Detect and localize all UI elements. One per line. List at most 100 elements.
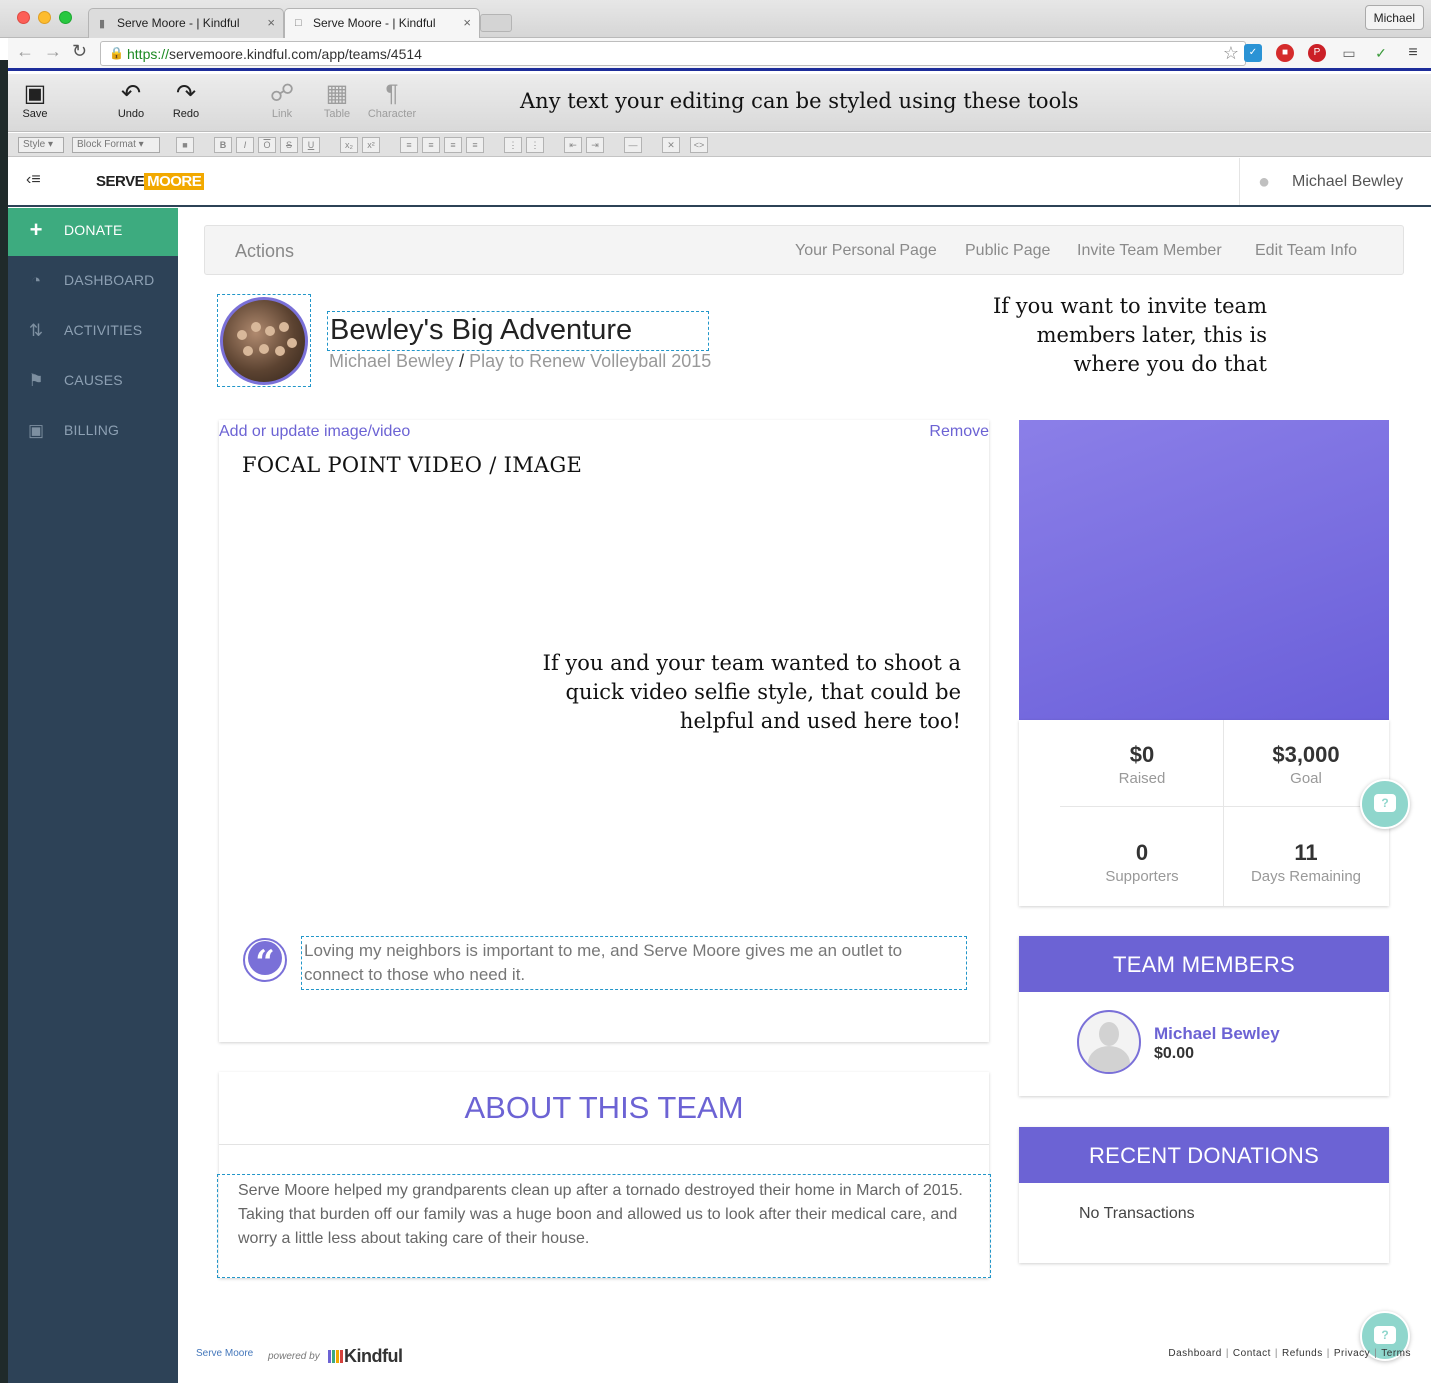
- invite-team-member-link[interactable]: Invite Team Member: [1077, 242, 1222, 260]
- new-tab-button[interactable]: [480, 14, 512, 32]
- profile-button[interactable]: Michael: [1364, 5, 1424, 30]
- sidebar-item-donate[interactable]: + DONATE: [8, 208, 178, 256]
- horizontal-rule-icon[interactable]: —: [624, 137, 642, 153]
- align-center-icon[interactable]: ≡: [422, 137, 440, 153]
- browser-tab-2[interactable]: □ Serve Moore - | Kindful ×: [284, 8, 480, 38]
- help-chat-button[interactable]: ?: [1360, 779, 1410, 829]
- strikethrough-icon[interactable]: S: [280, 137, 298, 153]
- character-button[interactable]: ¶ Character: [367, 80, 417, 120]
- user-name: Michael Bewley: [1292, 173, 1404, 190]
- footer-link-refunds[interactable]: Refunds: [1282, 1348, 1323, 1359]
- logo-word-2: MOORE: [144, 173, 205, 190]
- extension-tool-icon[interactable]: ✓: [1372, 44, 1390, 62]
- numbered-list-icon[interactable]: ⋮: [526, 137, 544, 153]
- align-right-icon[interactable]: ≡: [444, 137, 462, 153]
- quote-editable[interactable]: Loving my neighbors is important to me, …: [301, 936, 967, 990]
- undo-label: Undo: [117, 108, 145, 120]
- browser-menu-icon[interactable]: ≡: [1404, 44, 1422, 62]
- bookmark-star-icon[interactable]: ☆: [1223, 43, 1239, 64]
- back-arrow-icon[interactable]: ←: [16, 41, 34, 62]
- sidebar-item-causes[interactable]: ⚑ CAUSES: [8, 358, 178, 406]
- stat-days-remaining: 11 Days Remaining: [1224, 840, 1388, 885]
- format-toolbar: Style ▾ Block Format ▾ ■ B I O S U x₂ x²…: [8, 133, 1431, 157]
- table-button[interactable]: ▦ Table: [312, 80, 362, 120]
- footer-link-terms[interactable]: Terms: [1381, 1348, 1411, 1359]
- maximize-window-button[interactable]: [59, 11, 72, 24]
- stat-goal: $3,000 Goal: [1224, 742, 1388, 787]
- footer-link-contact[interactable]: Contact: [1233, 1348, 1271, 1359]
- recent-donations-panel: RECENT DONATIONS No Transactions: [1019, 1127, 1389, 1263]
- url-text: servemoore.kindful.com/app/teams/4514: [169, 46, 422, 62]
- team-subtitle: Michael Bewley / Play to Renew Volleybal…: [329, 351, 711, 372]
- sidebar-item-activities[interactable]: ⇅ ACTIVITIES: [8, 308, 178, 356]
- undo-button[interactable]: ↶ Undo: [106, 80, 156, 120]
- minimize-window-button[interactable]: [38, 11, 51, 24]
- team-title-editable[interactable]: Bewley's Big Adventure: [327, 311, 709, 351]
- edit-team-info-link[interactable]: Edit Team Info: [1255, 242, 1357, 260]
- remove-format-icon[interactable]: ✕: [662, 137, 680, 153]
- close-tab-icon[interactable]: ×: [463, 15, 471, 30]
- block-format-dropdown[interactable]: Block Format ▾: [72, 137, 160, 153]
- footer-brand-link[interactable]: Serve Moore: [196, 1348, 253, 1359]
- source-code-icon[interactable]: <>: [690, 137, 708, 153]
- indent-icon[interactable]: ⇥: [586, 137, 604, 153]
- link-button[interactable]: ☍ Link: [257, 80, 307, 120]
- sidebar-item-label: DASHBOARD: [64, 272, 155, 288]
- url-scheme: https://: [127, 46, 170, 62]
- sidebar-item-dashboard[interactable]: ◔ DASHBOARD: [8, 258, 178, 306]
- public-page-link[interactable]: Public Page: [965, 242, 1050, 260]
- italic-icon[interactable]: I: [236, 137, 254, 153]
- serve-moore-logo[interactable]: SERVE MOORE: [96, 168, 205, 196]
- bold-icon[interactable]: B: [214, 137, 232, 153]
- superscript-icon[interactable]: x²: [362, 137, 380, 153]
- extension-check-icon[interactable]: ✓: [1244, 44, 1262, 62]
- pilcrow-icon: ¶: [385, 80, 399, 107]
- stat-value: 11: [1294, 840, 1318, 865]
- bullet-list-icon[interactable]: ⋮: [504, 137, 522, 153]
- avatar[interactable]: [1077, 1010, 1141, 1074]
- sidebar-item-label: ACTIVITIES: [64, 322, 143, 338]
- footer-link-dashboard[interactable]: Dashboard: [1168, 1348, 1221, 1359]
- extension-stop-icon[interactable]: ■: [1276, 44, 1294, 62]
- team-campaign-link[interactable]: Play to Renew Volleyball 2015: [469, 351, 711, 371]
- team-photo-editable[interactable]: [217, 294, 311, 387]
- redo-button[interactable]: ↷ Redo: [161, 80, 211, 120]
- about-editable[interactable]: Serve Moore helped my grandparents clean…: [217, 1174, 991, 1278]
- add-media-link[interactable]: Add or update image/video: [219, 423, 410, 441]
- browser-tab-1[interactable]: ▮ Serve Moore - | Kindful ×: [88, 8, 284, 38]
- align-left-icon[interactable]: ≡: [400, 137, 418, 153]
- browser-navbar: ← → ↻ 🔒 https://servemoore.kindful.com/a…: [8, 38, 1431, 71]
- forward-arrow-icon[interactable]: →: [44, 41, 62, 62]
- campaign-image: [1019, 420, 1389, 720]
- save-label: Save: [22, 108, 48, 120]
- close-window-button[interactable]: [17, 11, 30, 24]
- outdent-icon[interactable]: ⇤: [564, 137, 582, 153]
- cast-icon[interactable]: ▭: [1340, 44, 1358, 62]
- reload-icon[interactable]: ↻: [72, 41, 87, 62]
- team-owner-link[interactable]: Michael Bewley: [329, 351, 454, 371]
- divider: [219, 1144, 989, 1145]
- overline-icon[interactable]: O: [258, 137, 276, 153]
- table-icon: ▦: [325, 80, 349, 107]
- style-dropdown[interactable]: Style ▾: [18, 137, 64, 153]
- pinterest-icon[interactable]: P: [1308, 44, 1326, 62]
- subscript-icon[interactable]: x₂: [340, 137, 358, 153]
- menu-toggle-icon[interactable]: ‹≡: [26, 171, 41, 189]
- app-window: ▮ Serve Moore - | Kindful × □ Serve Moor…: [0, 0, 1431, 1383]
- member-name-link[interactable]: Michael Bewley: [1154, 1024, 1280, 1044]
- underline-icon[interactable]: U: [302, 137, 320, 153]
- save-button[interactable]: ▣ Save: [10, 80, 60, 120]
- address-bar[interactable]: 🔒 https://servemoore.kindful.com/app/tea…: [100, 41, 1246, 66]
- kindful-logo[interactable]: Kindful: [328, 1346, 403, 1367]
- user-menu[interactable]: ● Michael Bewley: [1239, 158, 1431, 205]
- remove-media-link[interactable]: Remove: [929, 423, 989, 441]
- stat-label: Supporters: [1105, 868, 1179, 885]
- personal-page-link[interactable]: Your Personal Page: [795, 242, 937, 260]
- divider: [1060, 806, 1389, 807]
- character-label: Character: [367, 108, 417, 120]
- justify-icon[interactable]: ≡: [466, 137, 484, 153]
- sidebar-item-billing[interactable]: ▣ BILLING: [8, 408, 178, 456]
- close-tab-icon[interactable]: ×: [267, 15, 275, 30]
- footer-link-privacy[interactable]: Privacy: [1334, 1348, 1370, 1359]
- color-swatch-icon[interactable]: ■: [176, 137, 194, 153]
